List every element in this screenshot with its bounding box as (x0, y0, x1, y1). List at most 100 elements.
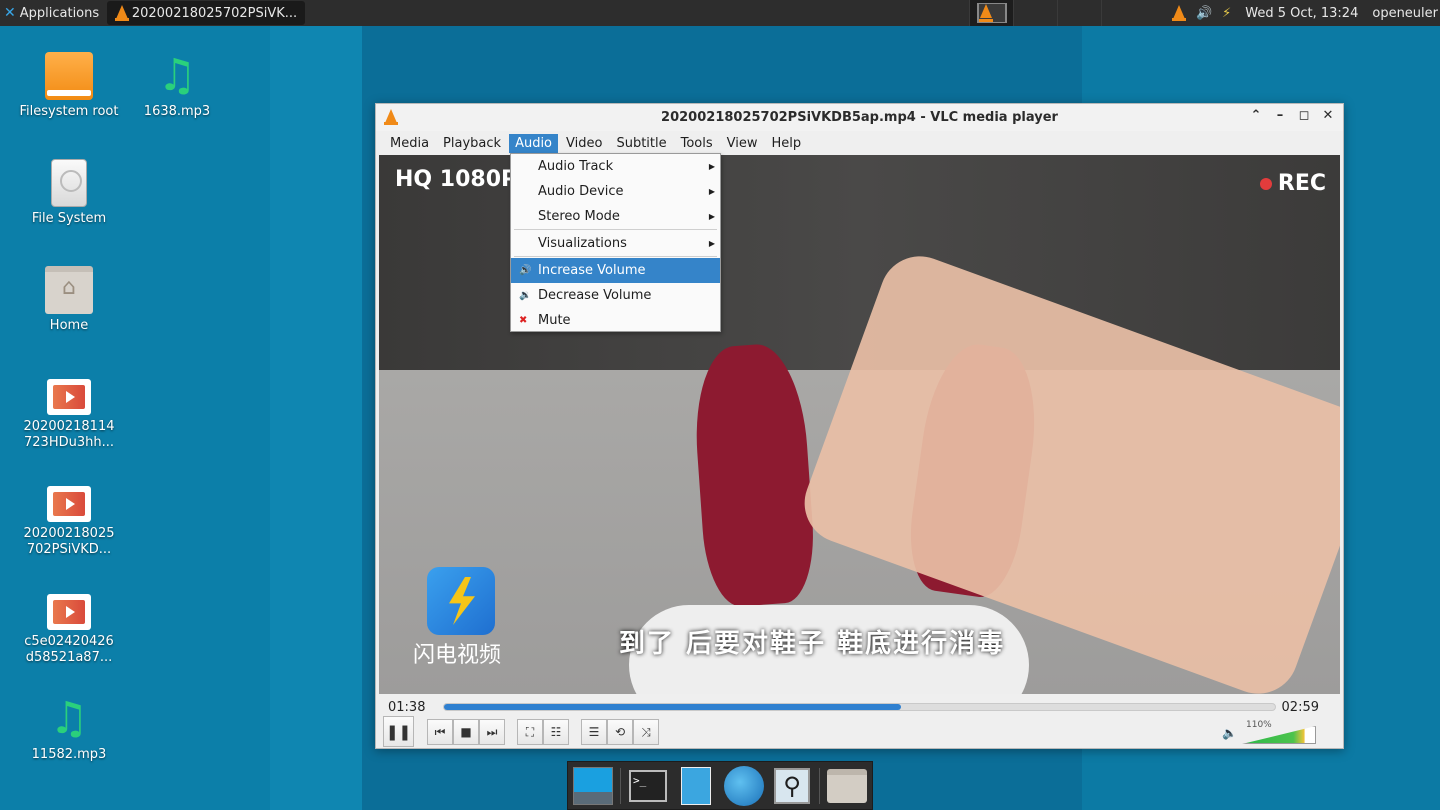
menu-view[interactable]: View (721, 134, 764, 153)
maximize-button[interactable]: ◻ (1297, 108, 1311, 123)
menu-item-audio-track[interactable]: Audio Track ▶ (511, 154, 720, 179)
shade-button[interactable]: ⌃ (1249, 108, 1263, 123)
volume-percent: 110% (1246, 720, 1272, 730)
volume-tray-icon[interactable]: 🔊 (1196, 6, 1212, 21)
menu-tools[interactable]: Tools (675, 134, 719, 153)
pause-button[interactable]: ❚❚ (383, 716, 414, 747)
xfce-logo-icon: ✕ (4, 5, 16, 21)
terminal-launcher[interactable]: >_ (627, 765, 669, 807)
menu-item-audio-device[interactable]: Audio Device ▶ (511, 179, 720, 204)
playlist-icon: ☰ (588, 725, 600, 739)
total-time[interactable]: 02:59 (1282, 700, 1319, 715)
speaker-icon[interactable]: 🔈 (1222, 726, 1237, 740)
fullscreen-button[interactable]: ⛶ (517, 719, 543, 745)
submenu-arrow-icon: ▶ (708, 212, 715, 221)
menu-item-visualizations[interactable]: Visualizations ▶ (511, 231, 720, 256)
desktop-icon-video-1[interactable]: 20200218114 723HDu3hh... (19, 373, 119, 451)
vlc-cone-icon (977, 3, 1006, 23)
equalizer-icon: ☷ (550, 725, 562, 739)
random-button[interactable]: ⤨ (633, 719, 659, 745)
user-menu[interactable]: openeuler (1372, 6, 1438, 21)
elapsed-time: 01:38 (388, 699, 426, 715)
folder-icon (827, 768, 867, 803)
app-finder-launcher[interactable]: ⚲ (771, 765, 813, 807)
desktop-icon-1638-mp3[interactable]: ♫ 1638.mp3 (127, 52, 227, 120)
folder-launcher[interactable] (826, 765, 868, 807)
menu-item-label: Stereo Mode (538, 209, 620, 224)
menu-item-label: Audio Device (538, 184, 624, 199)
submenu-arrow-icon: ▶ (708, 162, 715, 171)
dock-separator (819, 767, 820, 804)
menu-item-mute[interactable]: ✖ Mute (511, 308, 720, 333)
desktop-icon-label: Home (49, 318, 89, 333)
submenu-arrow-icon: ▶ (708, 239, 715, 248)
extended-settings-button[interactable]: ☷ (543, 719, 569, 745)
menu-item-stereo-mode[interactable]: Stereo Mode ▶ (511, 204, 720, 229)
network-tray-icon[interactable]: ⚡ (1222, 6, 1231, 21)
volume-slider[interactable]: 110% (1242, 720, 1318, 746)
desktop-icon-filesystem-root[interactable]: Filesystem root (19, 52, 119, 120)
volume-down-icon: 🔉 (519, 290, 532, 301)
workspace-3[interactable] (1057, 0, 1101, 26)
menu-item-decrease-volume[interactable]: 🔉 Decrease Volume (511, 283, 720, 308)
workspace-4[interactable] (1101, 0, 1145, 26)
desktop-icon-home[interactable]: Home (19, 266, 119, 334)
show-desktop-button[interactable] (572, 765, 614, 807)
workspace-2[interactable] (1013, 0, 1057, 26)
video-logo-icon (427, 567, 495, 635)
menu-item-label: Mute (538, 313, 571, 328)
volume-up-icon: 🔊 (519, 265, 532, 276)
loop-icon: ⟲ (614, 725, 626, 739)
menu-video[interactable]: Video (560, 134, 608, 153)
video-rec-overlay: REC (1259, 171, 1326, 196)
desktop-icon-video-3[interactable]: c5e02420426 d58521a87... (19, 588, 119, 666)
seek-slider[interactable] (443, 703, 1276, 711)
music-icon: ♫ (157, 50, 197, 101)
stop-icon: ■ (460, 725, 472, 739)
workspace-switcher[interactable] (969, 0, 1145, 26)
taskbar-vlc-button[interactable]: 20200218025702PSiVK... (107, 1, 306, 25)
web-browser-launcher[interactable] (723, 765, 765, 807)
file-manager-launcher[interactable] (675, 765, 717, 807)
next-button[interactable]: ⏭ (479, 719, 505, 745)
magnifier-icon: ⚲ (774, 767, 810, 804)
fullscreen-icon: ⛶ (525, 724, 535, 739)
minimize-button[interactable]: – (1273, 108, 1287, 123)
loop-button[interactable]: ⟲ (607, 719, 633, 745)
stop-button[interactable]: ■ (453, 719, 479, 745)
playlist-button[interactable]: ☰ (581, 719, 607, 745)
controls-row: ❚❚ ⏮ ■ ⏭ ⛶ ☷ ☰ ⟲ ⤨ 🔈 110% (376, 716, 1343, 748)
music-icon: ♫ (49, 693, 89, 744)
desktop-icon-label: 11582.mp3 (31, 747, 107, 762)
vlc-tray-icon[interactable] (1171, 5, 1186, 21)
applications-menu-button[interactable]: ✕ Applications (0, 0, 105, 26)
close-button[interactable]: ✕ (1321, 108, 1335, 123)
workspace-1[interactable] (969, 0, 1013, 26)
menu-subtitle[interactable]: Subtitle (610, 134, 672, 153)
desktop-icon-label: File System (31, 211, 107, 226)
desktop-icon-11582-mp3[interactable]: ♫ 11582.mp3 (19, 695, 119, 763)
video-quality-overlay: HQ 1080P (395, 167, 518, 192)
video-file-icon (47, 486, 91, 522)
desktop-icon-label: 20200218025 702PSiVKD... (23, 526, 115, 557)
vlc-cone-icon (384, 109, 398, 125)
vlc-titlebar[interactable]: 20200218025702PSiVKDB5ap.mp4 - VLC media… (376, 104, 1343, 131)
submenu-arrow-icon: ▶ (708, 187, 715, 196)
menu-item-label: Increase Volume (538, 263, 646, 278)
desktop-icon-file-system[interactable]: File System (19, 159, 119, 227)
menu-item-label: Decrease Volume (538, 288, 652, 303)
seek-progress (444, 704, 902, 710)
menu-playback[interactable]: Playback (437, 134, 507, 153)
menu-audio[interactable]: Audio (509, 133, 559, 153)
menu-item-label: Visualizations (538, 236, 627, 251)
menu-item-increase-volume[interactable]: 🔊 Increase Volume (511, 258, 720, 283)
audio-menu-dropdown: Audio Track ▶ Audio Device ▶ Stereo Mode… (510, 153, 721, 332)
clock[interactable]: Wed 5 Oct, 13:24 (1245, 6, 1358, 21)
menu-help[interactable]: Help (766, 134, 808, 153)
menu-media[interactable]: Media (384, 134, 435, 153)
previous-button[interactable]: ⏮ (427, 719, 453, 745)
applications-label: Applications (19, 5, 100, 21)
top-panel: ✕ Applications 20200218025702PSiVK... 🔊 … (0, 0, 1440, 26)
desktop-icon-video-2[interactable]: 20200218025 702PSiVKD... (19, 480, 119, 558)
seek-row: 01:38 02:59 (376, 696, 1343, 718)
